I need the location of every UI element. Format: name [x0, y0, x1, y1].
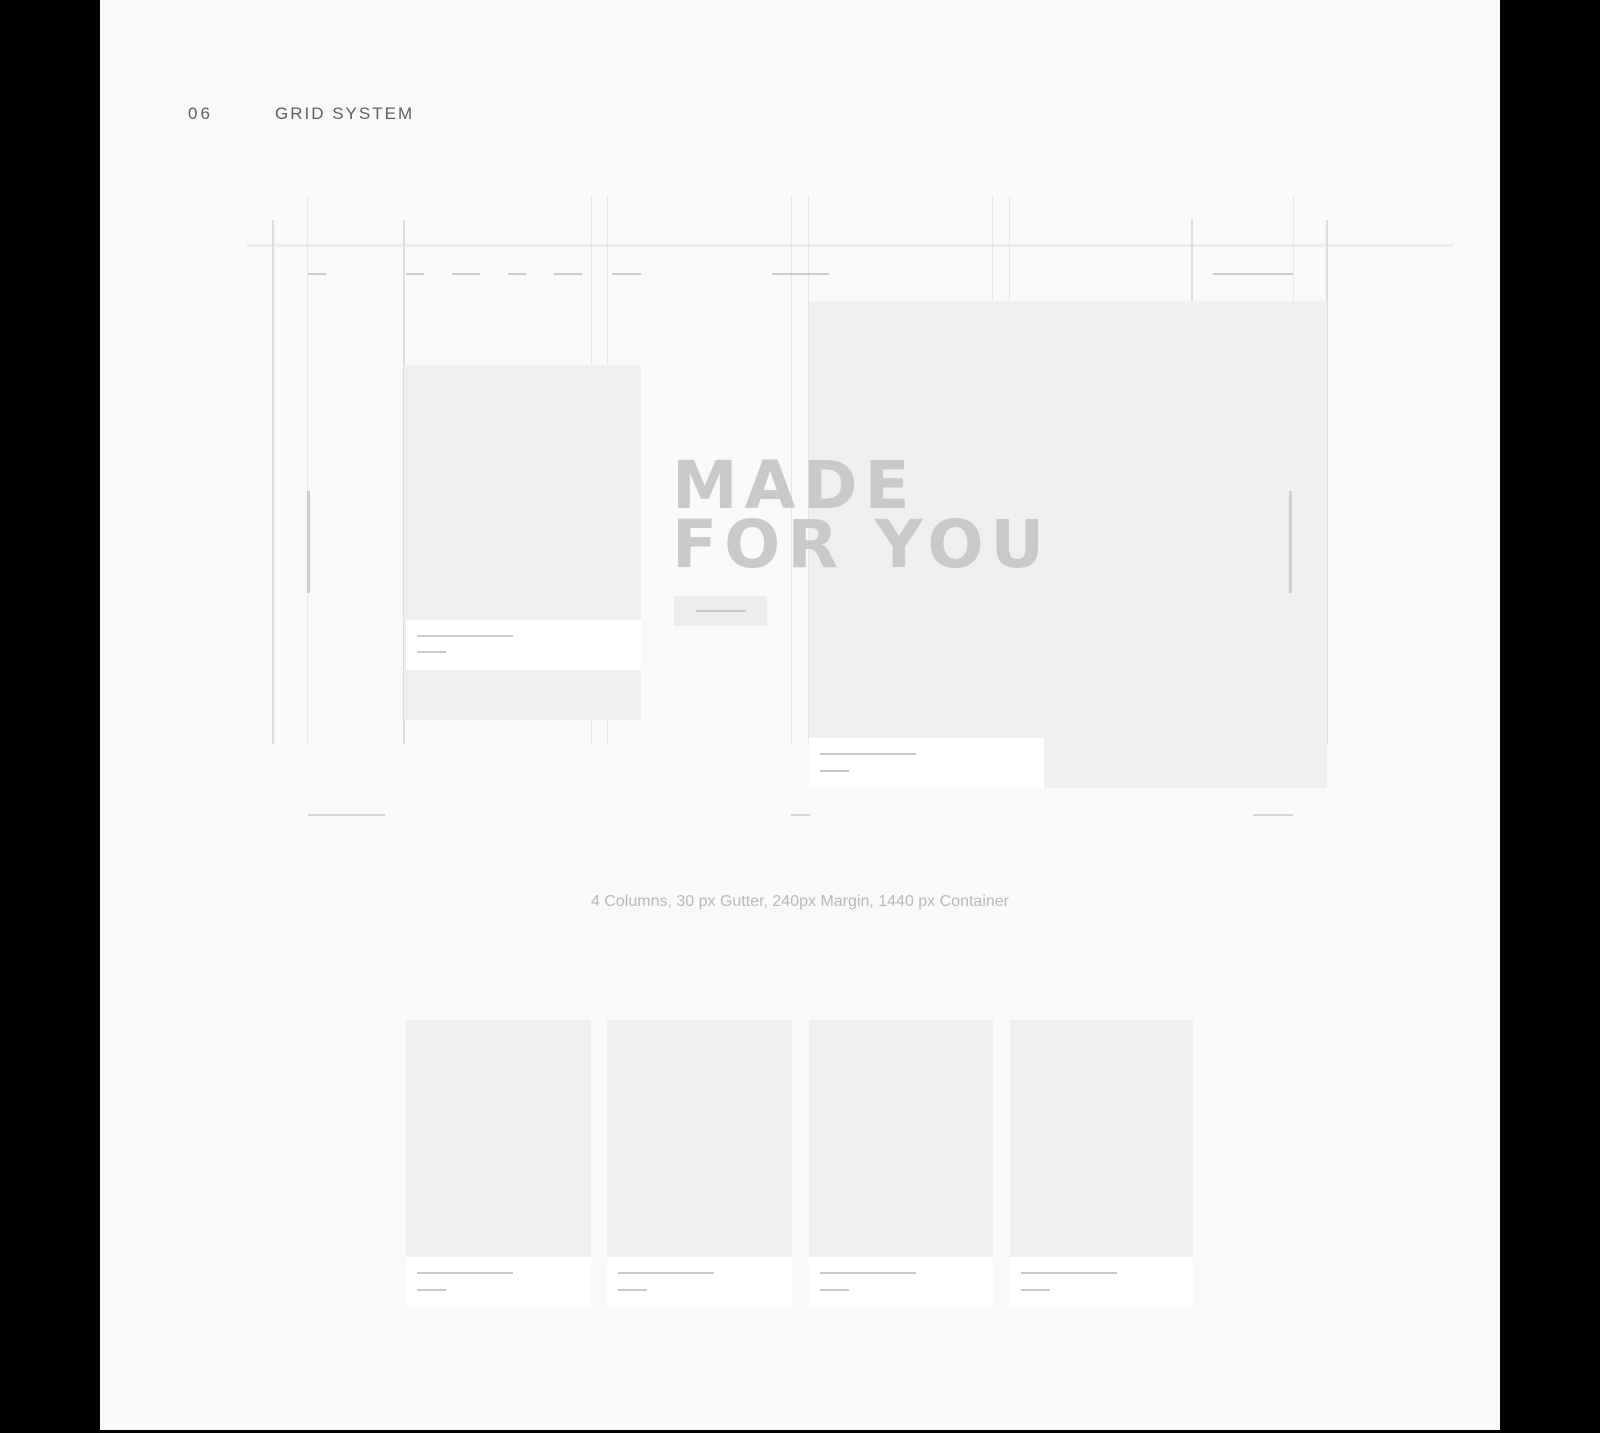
page-canvas: 06 GRID SYSTEM MADE FOR YOU 4 Columns, 3… — [100, 0, 1500, 1430]
caption-line-short — [417, 651, 446, 653]
section-number: 06 — [188, 104, 213, 123]
nav-item-dash — [612, 273, 641, 275]
card-caption — [406, 1257, 591, 1307]
grid-line-margin-left — [307, 196, 308, 744]
hero-title: MADE FOR YOU — [672, 447, 1052, 583]
nav-item-dash — [406, 273, 424, 275]
hero-cta-button[interactable] — [674, 596, 767, 626]
card-image — [406, 1020, 591, 1257]
grid-line-outer-left — [272, 220, 274, 744]
caption-line — [820, 753, 916, 755]
footer-right-dash — [1253, 814, 1293, 816]
card-image — [809, 1020, 993, 1257]
card-caption — [607, 1257, 792, 1307]
caption-line-short — [1021, 1289, 1050, 1291]
nav-right-dash — [1213, 273, 1293, 275]
card-caption — [809, 1257, 993, 1307]
nav-logo-dash — [308, 273, 326, 275]
grid-spec-caption: 4 Columns, 30 px Gutter, 240px Margin, 1… — [590, 893, 1009, 910]
footer-left-dash — [308, 814, 385, 816]
caption-line — [417, 635, 513, 637]
left-card-caption — [406, 620, 641, 670]
container-top-line — [247, 244, 1453, 247]
nav-item-dash — [508, 273, 526, 275]
caption-line-short — [820, 1289, 849, 1291]
card-caption — [1010, 1257, 1193, 1307]
caption-line — [417, 1272, 513, 1274]
caption-line-short — [417, 1289, 446, 1291]
caption-line-short — [820, 770, 849, 772]
nav-item-dash — [554, 273, 582, 275]
section-title: GRID SYSTEM — [275, 104, 415, 123]
slider-next-arrow[interactable] — [1289, 491, 1292, 593]
caption-line — [820, 1272, 916, 1274]
caption-line-short — [618, 1289, 647, 1291]
nav-center-dash — [772, 273, 829, 275]
card-image — [607, 1020, 792, 1257]
button-label-line — [696, 610, 746, 612]
card-image — [1010, 1020, 1193, 1257]
caption-line — [1021, 1272, 1117, 1274]
nav-item-dash — [452, 273, 480, 275]
right-card-caption — [809, 738, 1044, 788]
footer-center-dash — [791, 814, 810, 816]
caption-line — [618, 1272, 714, 1274]
slider-prev-arrow[interactable] — [307, 491, 310, 593]
